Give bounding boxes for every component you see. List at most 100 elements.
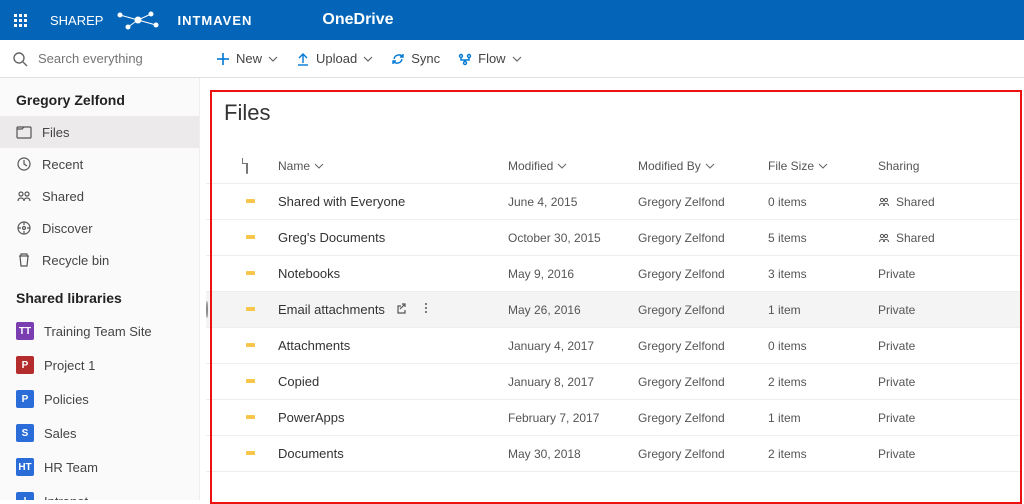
sidebar-item-label: Recent <box>42 157 83 172</box>
table-row[interactable]: Greg's Documents October 30, 2015 Gregor… <box>206 220 1022 256</box>
table-row[interactable]: PowerApps February 7, 2017 Gregory Zelfo… <box>206 400 1022 436</box>
item-name[interactable]: Email attachments <box>278 302 385 317</box>
plus-icon <box>216 52 230 66</box>
sharing-cell[interactable]: Shared <box>878 195 958 209</box>
library-label: Sales <box>44 426 77 441</box>
modified-cell: June 4, 2015 <box>508 195 638 209</box>
search-icon <box>12 51 28 67</box>
chevron-down-icon <box>268 54 278 64</box>
new-button[interactable]: New <box>216 51 278 66</box>
search-input[interactable] <box>38 51 168 66</box>
sidebar-item-recent[interactable]: Recent <box>0 148 199 180</box>
sidebar-item-discover[interactable]: Discover <box>0 212 199 244</box>
chevron-down-icon <box>512 54 522 64</box>
library-tile-icon: S <box>16 424 34 442</box>
table-row[interactable]: Notebooks May 9, 2016 Gregory Zelfond 3 … <box>206 256 1022 292</box>
sharing-cell[interactable]: Private <box>878 447 958 461</box>
modified-by-cell: Gregory Zelfond <box>638 267 768 281</box>
item-name[interactable]: PowerApps <box>278 410 344 425</box>
shared-libraries-title: Shared libraries <box>0 276 199 314</box>
library-label: HR Team <box>44 460 98 475</box>
item-name[interactable]: Shared with Everyone <box>278 194 405 209</box>
recent-icon <box>16 156 32 172</box>
file-grid: Name Modified Modified By File Size Shar… <box>206 148 1022 472</box>
item-name[interactable]: Documents <box>278 446 344 461</box>
item-name[interactable]: Greg's Documents <box>278 230 385 245</box>
modified-cell: May 26, 2016 <box>508 303 638 317</box>
modified-by-cell: Gregory Zelfond <box>638 375 768 389</box>
sharing-cell[interactable]: Shared <box>878 231 958 245</box>
sidebar-library-item[interactable]: PProject 1 <box>0 348 199 382</box>
sidebar-item-shared[interactable]: Shared <box>0 180 199 212</box>
flow-button[interactable]: Flow <box>458 51 521 66</box>
service-name[interactable]: OneDrive <box>322 11 393 29</box>
sync-button[interactable]: Sync <box>391 51 440 66</box>
column-file-size[interactable]: File Size <box>768 159 878 173</box>
sidebar-item-label: Discover <box>42 221 93 236</box>
new-label: New <box>236 51 262 66</box>
sharing-cell[interactable]: Private <box>878 339 958 353</box>
sidebar-library-item[interactable]: PPolicies <box>0 382 199 416</box>
sharing-cell[interactable]: Private <box>878 411 958 425</box>
file-size-cell: 2 items <box>768 447 878 461</box>
modified-cell: January 4, 2017 <box>508 339 638 353</box>
suite-header: SHAREP INTMAVEN OneDrive <box>0 0 1024 40</box>
shared-icon <box>878 232 890 244</box>
modified-cell: May 30, 2018 <box>508 447 638 461</box>
app-launcher-button[interactable] <box>0 0 40 40</box>
sharing-cell[interactable]: Private <box>878 267 958 281</box>
sharing-cell[interactable]: Private <box>878 375 958 389</box>
table-row[interactable]: Shared with Everyone June 4, 2015 Gregor… <box>206 184 1022 220</box>
sidebar-item-files[interactable]: Files <box>0 116 199 148</box>
file-size-cell: 0 items <box>768 195 878 209</box>
modified-by-cell: Gregory Zelfond <box>638 303 768 317</box>
item-name[interactable]: Attachments <box>278 338 350 353</box>
waffle-icon <box>14 14 27 27</box>
column-modified[interactable]: Modified <box>508 159 638 173</box>
shared-icon <box>878 196 890 208</box>
more-actions-icon[interactable] <box>419 301 433 318</box>
sidebar-library-item[interactable]: TTTraining Team Site <box>0 314 199 348</box>
brand-text-suffix: INTMAVEN <box>177 13 252 28</box>
upload-label: Upload <box>316 51 357 66</box>
file-type-column-icon[interactable] <box>246 159 278 173</box>
item-name[interactable]: Notebooks <box>278 266 340 281</box>
upload-icon <box>296 52 310 66</box>
sidebar-library-item[interactable]: S Sales <box>0 416 199 450</box>
table-row[interactable]: Email attachments May 26, 2016 Gregory Z… <box>206 292 1022 328</box>
table-row[interactable]: Attachments January 4, 2017 Gregory Zelf… <box>206 328 1022 364</box>
files-icon <box>16 124 32 140</box>
share-action-icon[interactable] <box>395 301 409 318</box>
modified-cell: May 9, 2016 <box>508 267 638 281</box>
sharing-cell[interactable]: Private <box>878 303 958 317</box>
search-box[interactable] <box>0 40 200 77</box>
row-select-circle[interactable] <box>206 301 208 318</box>
modified-by-cell: Gregory Zelfond <box>638 447 768 461</box>
sidebar-item-recycle[interactable]: Recycle bin <box>0 244 199 276</box>
file-size-cell: 5 items <box>768 231 878 245</box>
table-row[interactable]: Copied January 8, 2017 Gregory Zelfond 2… <box>206 364 1022 400</box>
library-tile-icon: I <box>16 492 34 500</box>
library-tile-icon: P <box>16 356 34 374</box>
brand-text-prefix: SHAREP <box>50 13 103 28</box>
column-sharing[interactable]: Sharing <box>878 159 958 173</box>
library-tile-icon: HT <box>16 458 34 476</box>
command-row: New Upload Sync Flow <box>0 40 1024 78</box>
discover-icon <box>16 220 32 236</box>
file-size-cell: 2 items <box>768 375 878 389</box>
modified-by-cell: Gregory Zelfond <box>638 411 768 425</box>
grid-header-row: Name Modified Modified By File Size Shar… <box>206 148 1022 184</box>
column-name[interactable]: Name <box>278 159 508 173</box>
sidebar-library-item[interactable]: IIntranet <box>0 484 199 500</box>
upload-button[interactable]: Upload <box>296 51 373 66</box>
sync-icon <box>391 52 405 66</box>
item-name[interactable]: Copied <box>278 374 319 389</box>
column-modified-by[interactable]: Modified By <box>638 159 768 173</box>
brand-logo-graphic <box>103 7 173 33</box>
sidebar-item-label: Shared <box>42 189 84 204</box>
table-row[interactable]: Documents May 30, 2018 Gregory Zelfond 2… <box>206 436 1022 472</box>
library-label: Training Team Site <box>44 324 152 339</box>
sidebar-library-item[interactable]: HT HR Team <box>0 450 199 484</box>
modified-by-cell: Gregory Zelfond <box>638 231 768 245</box>
sidebar-item-label: Recycle bin <box>42 253 109 268</box>
